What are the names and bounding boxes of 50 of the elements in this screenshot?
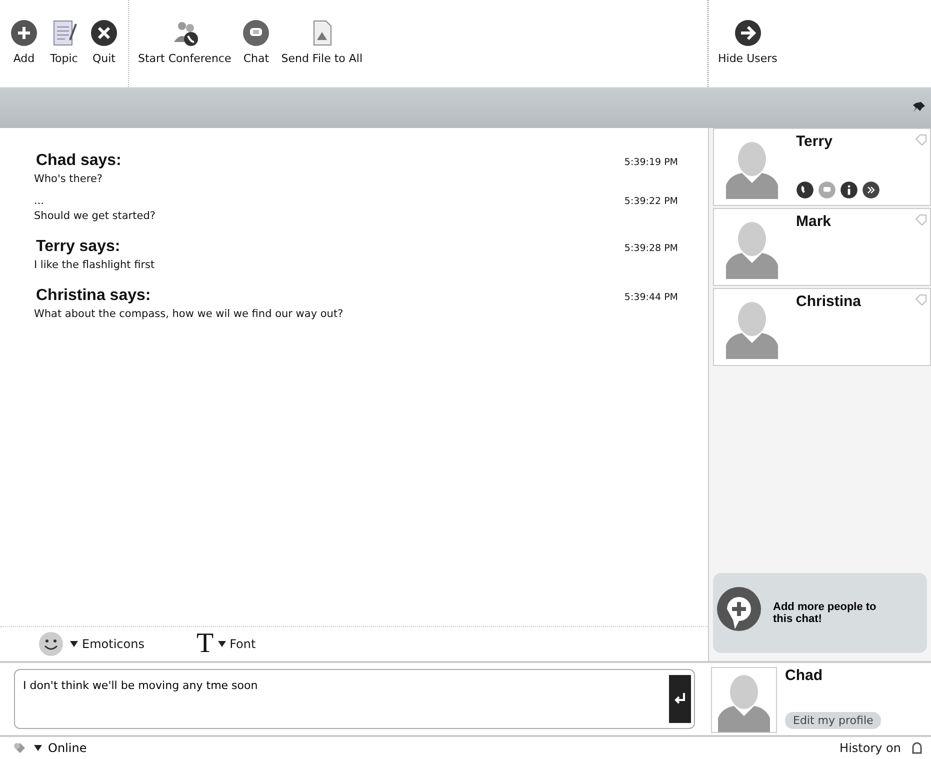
message-input[interactable]: I don't think we'll be moving any tme soon [14, 669, 695, 729]
toolbar-button[interactable]: Start Conference [135, 16, 234, 87]
caret-icon [70, 641, 78, 647]
chat-bubble-icon [241, 18, 272, 48]
status-icon [12, 740, 28, 756]
close-icon [89, 18, 119, 48]
avatar [711, 667, 777, 733]
toolbar-button[interactable]: Hide Users [715, 16, 780, 67]
message-text: What about the compass, how we wil we find our way out? [34, 308, 344, 320]
sender-label: Chad says: [36, 152, 122, 170]
toolbar-button[interactable]: Send File to All [278, 16, 366, 87]
add-people-button[interactable]: Add more people to this chat! [713, 573, 927, 653]
edit-profile-button[interactable]: Edit my profile [785, 712, 882, 729]
toolbar-button[interactable]: Add [6, 16, 42, 87]
user-name: Chad [785, 667, 822, 684]
phone-icon[interactable] [796, 181, 814, 199]
format-button[interactable]: T Font [190, 629, 262, 659]
user-name: Mark [796, 213, 832, 230]
forward-icon[interactable] [862, 181, 880, 199]
history-status: History on [840, 741, 901, 755]
add-icon [9, 18, 39, 48]
user-card[interactable]: Terry [713, 128, 931, 206]
tag-icon [914, 293, 928, 307]
timestamp: 5:39:22 PM [624, 196, 678, 207]
message-text: I like the flashlight first [34, 259, 156, 271]
user-card[interactable]: Mark [713, 208, 931, 286]
message-text: ... [34, 195, 44, 207]
tag-icon [914, 213, 928, 227]
sender-label: Terry says: [36, 238, 120, 256]
smiley-icon [36, 629, 66, 659]
toolbar-button[interactable]: Quit [86, 16, 122, 87]
message-text: Who's there? [34, 173, 104, 185]
arrow-right-icon [732, 18, 763, 48]
timestamp: 5:39:44 PM [624, 292, 678, 303]
caret-icon [34, 745, 42, 751]
user-card[interactable]: Christina [713, 288, 931, 366]
user-name: Christina [796, 293, 862, 310]
caret-icon [218, 641, 226, 647]
send-button[interactable] [669, 675, 691, 723]
info-icon[interactable] [840, 181, 858, 199]
sender-label: Christina says: [36, 287, 151, 305]
timestamp: 5:39:28 PM [624, 243, 678, 254]
toolbar-button[interactable]: Topic [46, 16, 82, 87]
user-name: Terry [796, 133, 832, 150]
toolbar-button[interactable]: Chat [238, 16, 274, 87]
timestamp: 5:39:19 PM [624, 157, 678, 168]
status-dropdown[interactable]: Online [6, 739, 93, 757]
format-button[interactable]: Emoticons [30, 628, 150, 660]
tag-icon [914, 133, 928, 147]
message-text: Should we get started? [34, 210, 156, 222]
